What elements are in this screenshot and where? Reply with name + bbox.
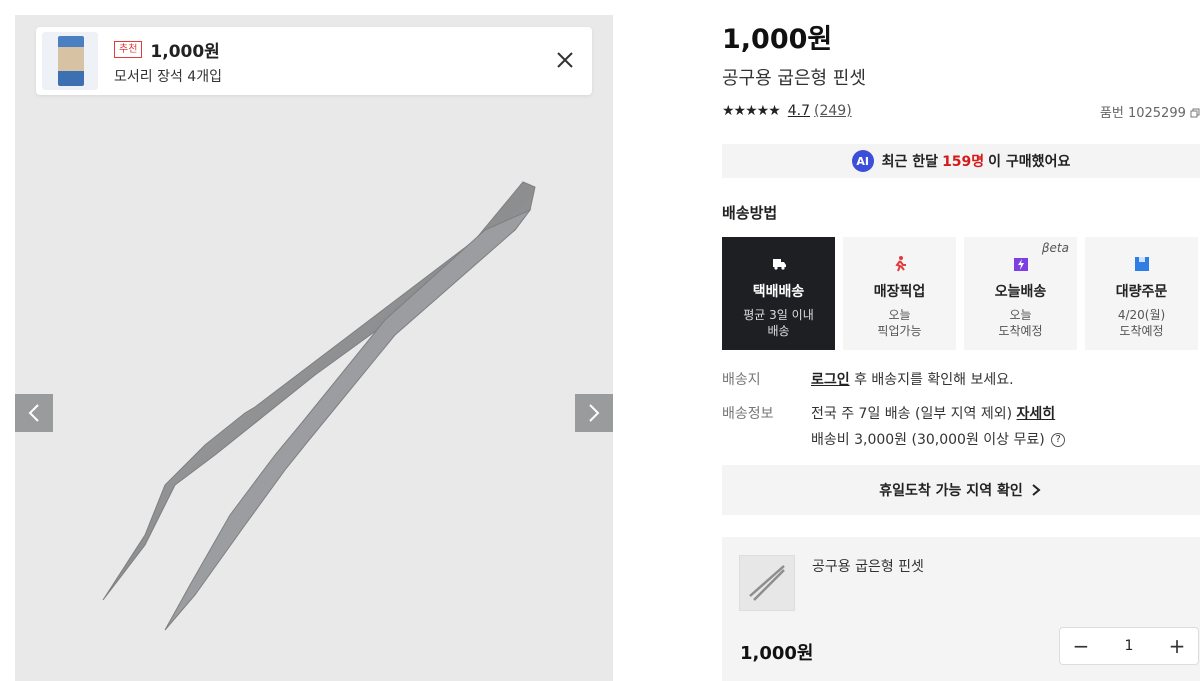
cart-item-thumbnail xyxy=(739,555,795,611)
shipping-option-name: 택배배송 xyxy=(752,284,805,300)
close-icon[interactable] xyxy=(554,49,576,71)
shipping-option-bulk[interactable]: 대량주문 4/20(월) 도착예정 xyxy=(1085,237,1198,350)
shipping-option-courier[interactable]: 택배배송 평균 3일 이내 배송 xyxy=(722,237,835,350)
product-price: 1,000원 xyxy=(722,24,833,55)
next-image-button[interactable] xyxy=(575,394,613,432)
shipping-info-row: 배송정보 전국 주 7일 배송 (일부 지역 제외) 자세히 xyxy=(722,403,1200,423)
recommendation-name: 모서리 장석 4개입 xyxy=(114,68,222,85)
cart-item-price: 1,000원 xyxy=(740,643,814,664)
ai-purchase-banner: AI 최근 한달 159명 이 구매했어요 xyxy=(722,144,1200,178)
quantity-value[interactable]: 1 xyxy=(1125,638,1134,654)
shipping-option-name: 대량주문 xyxy=(1115,284,1168,300)
recommendation-thumbnail xyxy=(42,32,98,90)
shipping-destination-row: 배송지 로그인 후 배송지를 확인해 보세요. xyxy=(722,369,1200,389)
shipping-option-name: 오늘배송 xyxy=(994,284,1047,300)
help-icon[interactable]: ? xyxy=(1051,433,1066,447)
part-number: 품번 1025299 xyxy=(1100,102,1200,121)
product-image xyxy=(102,181,536,631)
purchase-count: 159명 xyxy=(942,154,985,170)
copy-icon[interactable] xyxy=(1190,108,1200,118)
decrease-quantity-button[interactable]: − xyxy=(1072,634,1090,658)
beta-label: βeta xyxy=(1041,241,1069,255)
ai-suffix: 이 구매했어요 xyxy=(988,154,1071,170)
cart-item-name: 공구용 굽은형 핀셋 xyxy=(812,559,924,575)
holiday-delivery-check-button[interactable]: 휴일도착 가능 지역 확인 xyxy=(722,465,1200,515)
details-link[interactable]: 자세히 xyxy=(1017,406,1056,422)
shipping-option-name: 매장픽업 xyxy=(873,284,926,300)
shipping-option-pickup[interactable]: 매장픽업 오늘 픽업가능 xyxy=(843,237,956,350)
shipping-option-desc: 평균 3일 이내 배송 xyxy=(743,308,814,338)
login-link[interactable]: 로그인 xyxy=(811,372,850,388)
shipping-option-desc: 오늘 도착예정 xyxy=(998,308,1043,338)
chevron-left-icon xyxy=(28,404,39,422)
shipping-fee-text: 배송비 3,000원 (30,000원 이상 무료) xyxy=(811,432,1045,448)
recommendation-card[interactable]: 추천 1,000원 모서리 장석 4개입 xyxy=(36,27,592,95)
star-rating-icon: ★★★★★ xyxy=(722,103,781,119)
ai-prefix: 최근 한달 xyxy=(881,154,939,170)
walking-person-icon xyxy=(894,256,906,272)
review-count-link[interactable]: (249) xyxy=(814,103,852,119)
chevron-right-icon xyxy=(1032,484,1041,496)
shipping-info-text: 전국 주 7일 배송 (일부 지역 제외) xyxy=(811,406,1013,422)
destination-label: 배송지 xyxy=(722,372,761,388)
quantity-stepper: − 1 + xyxy=(1059,627,1199,665)
shipping-info-label: 배송정보 xyxy=(722,406,774,422)
product-title: 공구용 굽은형 핀셋 xyxy=(722,68,866,89)
truck-icon xyxy=(772,259,786,270)
rating-score[interactable]: 4.7 xyxy=(788,103,810,119)
shipping-fee-row: 배송비 3,000원 (30,000원 이상 무료) ? xyxy=(722,429,1200,449)
recommendation-price: 1,000원 xyxy=(150,41,220,62)
chevron-right-icon xyxy=(589,404,600,422)
shipping-option-desc: 오늘 픽업가능 xyxy=(877,308,922,338)
shipping-option-today[interactable]: βeta 오늘배송 오늘 도착예정 xyxy=(964,237,1077,350)
increase-quantity-button[interactable]: + xyxy=(1168,634,1186,658)
rating-row: ★★★★★ 4.7 (249) 품번 1025299 xyxy=(722,102,1200,121)
lightning-box-icon xyxy=(1013,258,1028,271)
destination-text: 후 배송지를 확인해 보세요. xyxy=(849,372,1014,388)
product-image-gallery: 추천 1,000원 모서리 장석 4개입 xyxy=(15,15,613,681)
shipping-option-desc: 4/20(월) 도착예정 xyxy=(1117,308,1166,338)
prev-image-button[interactable] xyxy=(15,394,53,432)
holiday-button-label: 휴일도착 가능 지역 확인 xyxy=(879,483,1023,499)
recommend-badge: 추천 xyxy=(114,40,143,58)
shipping-section-title: 배송방법 xyxy=(722,204,778,222)
selected-option-box: 공구용 굽은형 핀셋 1,000원 − 1 + xyxy=(722,537,1200,681)
bulk-box-icon xyxy=(1134,257,1149,271)
shipping-options: 택배배송 평균 3일 이내 배송 매장픽업 오늘 픽업가능 βeta 오늘배송 오늘… xyxy=(722,237,1198,350)
ai-icon: AI xyxy=(851,150,874,172)
